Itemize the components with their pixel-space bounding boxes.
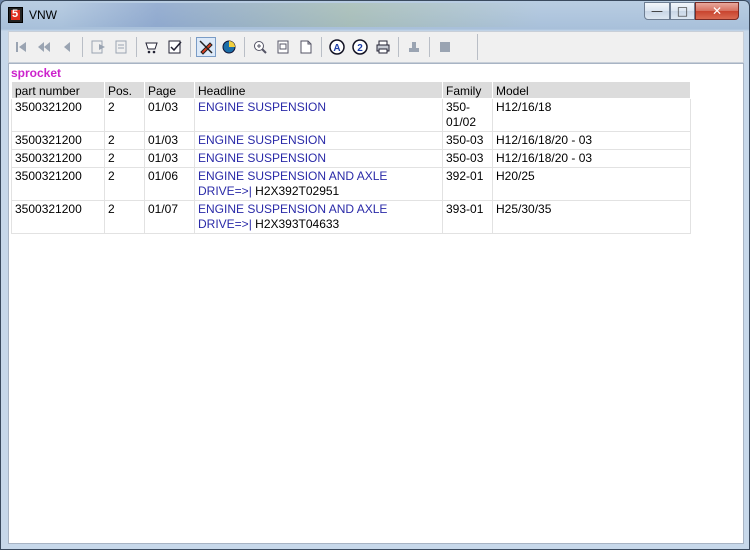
table-row[interactable]: 3500321200 2 01/03 ENGINE SUSPENSION 350… bbox=[11, 149, 691, 168]
maximize-button[interactable]: □ bbox=[670, 2, 695, 20]
prev-icon[interactable] bbox=[57, 37, 77, 57]
number-2-icon[interactable]: 2 bbox=[350, 37, 370, 57]
app-window: VNW — □ ✕ bbox=[0, 0, 750, 550]
pos-cell: 2 bbox=[104, 200, 145, 234]
headline-cell[interactable]: ENGINE SUSPENSION AND AXLE DRIVE=>| H2X3… bbox=[194, 200, 443, 234]
page-fold-icon[interactable] bbox=[296, 37, 316, 57]
search-term-label: sprocket bbox=[11, 66, 62, 80]
model-cell: H25/30/35 bbox=[492, 200, 691, 234]
model-cell: H12/16/18/20 - 03 bbox=[492, 131, 691, 150]
printer-icon[interactable] bbox=[373, 37, 393, 57]
family-cell: 350-03 bbox=[442, 131, 493, 150]
marker-icon[interactable] bbox=[196, 37, 216, 57]
pos-cell: 2 bbox=[104, 131, 145, 150]
checklist-icon[interactable] bbox=[165, 37, 185, 57]
minimize-button[interactable]: — bbox=[644, 2, 670, 20]
window-title: VNW bbox=[29, 8, 57, 22]
title-bar[interactable]: VNW — □ ✕ bbox=[1, 1, 749, 29]
prev-fast-icon[interactable] bbox=[34, 37, 54, 57]
part-number-cell: 3500321200 bbox=[11, 98, 105, 132]
table-row[interactable]: 3500321200 2 01/06 ENGINE SUSPENSION AND… bbox=[11, 167, 691, 201]
headline-link[interactable]: ENGINE SUSPENSION bbox=[198, 133, 326, 147]
stop-icon[interactable] bbox=[435, 37, 455, 57]
close-button[interactable]: ✕ bbox=[695, 2, 739, 20]
family-cell: 350-01/02 bbox=[442, 98, 493, 132]
headline-reference: H2X393T04633 bbox=[251, 217, 340, 231]
table-row[interactable]: 3500321200 2 01/03 ENGINE SUSPENSION 350… bbox=[11, 98, 691, 132]
headline-cell[interactable]: ENGINE SUSPENSION bbox=[194, 98, 443, 132]
page-icon[interactable] bbox=[273, 37, 293, 57]
results-table: part number Pos. Page Headline Family Mo… bbox=[11, 81, 691, 234]
zoom-in-icon[interactable] bbox=[250, 37, 270, 57]
column-header-headline[interactable]: Headline bbox=[194, 81, 443, 99]
pos-cell: 2 bbox=[104, 149, 145, 168]
page-cell: 01/06 bbox=[144, 167, 195, 201]
column-header-family[interactable]: Family bbox=[442, 81, 493, 99]
model-cell: H20/25 bbox=[492, 167, 691, 201]
toolbar-separator bbox=[82, 37, 83, 57]
toolbar-separator bbox=[398, 37, 399, 57]
first-page-icon[interactable] bbox=[11, 37, 31, 57]
headline-link[interactable]: ENGINE SUSPENSION bbox=[198, 151, 326, 165]
cart-icon[interactable] bbox=[142, 37, 162, 57]
headline-reference: H2X392T02951 bbox=[251, 184, 340, 198]
page-cell: 01/03 bbox=[144, 131, 195, 150]
toolbar-area: A 2 bbox=[8, 31, 744, 63]
svg-text:A: A bbox=[333, 43, 340, 54]
export-icon[interactable] bbox=[88, 37, 108, 57]
part-number-cell: 3500321200 bbox=[11, 149, 105, 168]
column-header-part-number[interactable]: part number bbox=[11, 81, 105, 99]
part-number-cell: 3500321200 bbox=[11, 131, 105, 150]
page-cell: 01/07 bbox=[144, 200, 195, 234]
toolbar-separator bbox=[244, 37, 245, 57]
headline-cell[interactable]: ENGINE SUSPENSION bbox=[194, 149, 443, 168]
family-cell: 392-01 bbox=[442, 167, 493, 201]
column-header-model[interactable]: Model bbox=[492, 81, 691, 99]
headline-link[interactable]: ENGINE SUSPENSION bbox=[198, 100, 326, 114]
results-panel: sprocket part number Pos. Page Headline … bbox=[8, 63, 744, 544]
stamp-icon[interactable] bbox=[404, 37, 424, 57]
column-header-pos[interactable]: Pos. bbox=[104, 81, 145, 99]
part-number-cell: 3500321200 bbox=[11, 167, 105, 201]
model-cell: H12/16/18/20 - 03 bbox=[492, 149, 691, 168]
headline-cell[interactable]: ENGINE SUSPENSION AND AXLE DRIVE=>| H2X3… bbox=[194, 167, 443, 201]
pos-cell: 2 bbox=[104, 167, 145, 201]
pos-cell: 2 bbox=[104, 98, 145, 132]
part-number-cell: 3500321200 bbox=[11, 200, 105, 234]
family-cell: 350-03 bbox=[442, 149, 493, 168]
toolbar-separator bbox=[136, 37, 137, 57]
family-cell: 393-01 bbox=[442, 200, 493, 234]
title-bar-background bbox=[61, 3, 541, 27]
table-header-row: part number Pos. Page Headline Family Mo… bbox=[11, 81, 691, 99]
page-cell: 01/03 bbox=[144, 149, 195, 168]
table-row[interactable]: 3500321200 2 01/07 ENGINE SUSPENSION AND… bbox=[11, 200, 691, 234]
print-preview-icon[interactable] bbox=[111, 37, 131, 57]
model-cell: H12/16/18 bbox=[492, 98, 691, 132]
column-header-page[interactable]: Page bbox=[144, 81, 195, 99]
svg-text:2: 2 bbox=[357, 43, 363, 54]
pie-chart-icon[interactable] bbox=[219, 37, 239, 57]
app-logo-icon[interactable] bbox=[8, 7, 23, 23]
toolbar: A 2 bbox=[11, 34, 478, 60]
toolbar-separator bbox=[321, 37, 322, 57]
toolbar-separator bbox=[190, 37, 191, 57]
page-cell: 01/03 bbox=[144, 98, 195, 132]
toolbar-separator bbox=[429, 37, 430, 57]
table-row[interactable]: 3500321200 2 01/03 ENGINE SUSPENSION 350… bbox=[11, 131, 691, 150]
letter-a-icon[interactable]: A bbox=[327, 37, 347, 57]
headline-cell[interactable]: ENGINE SUSPENSION bbox=[194, 131, 443, 150]
